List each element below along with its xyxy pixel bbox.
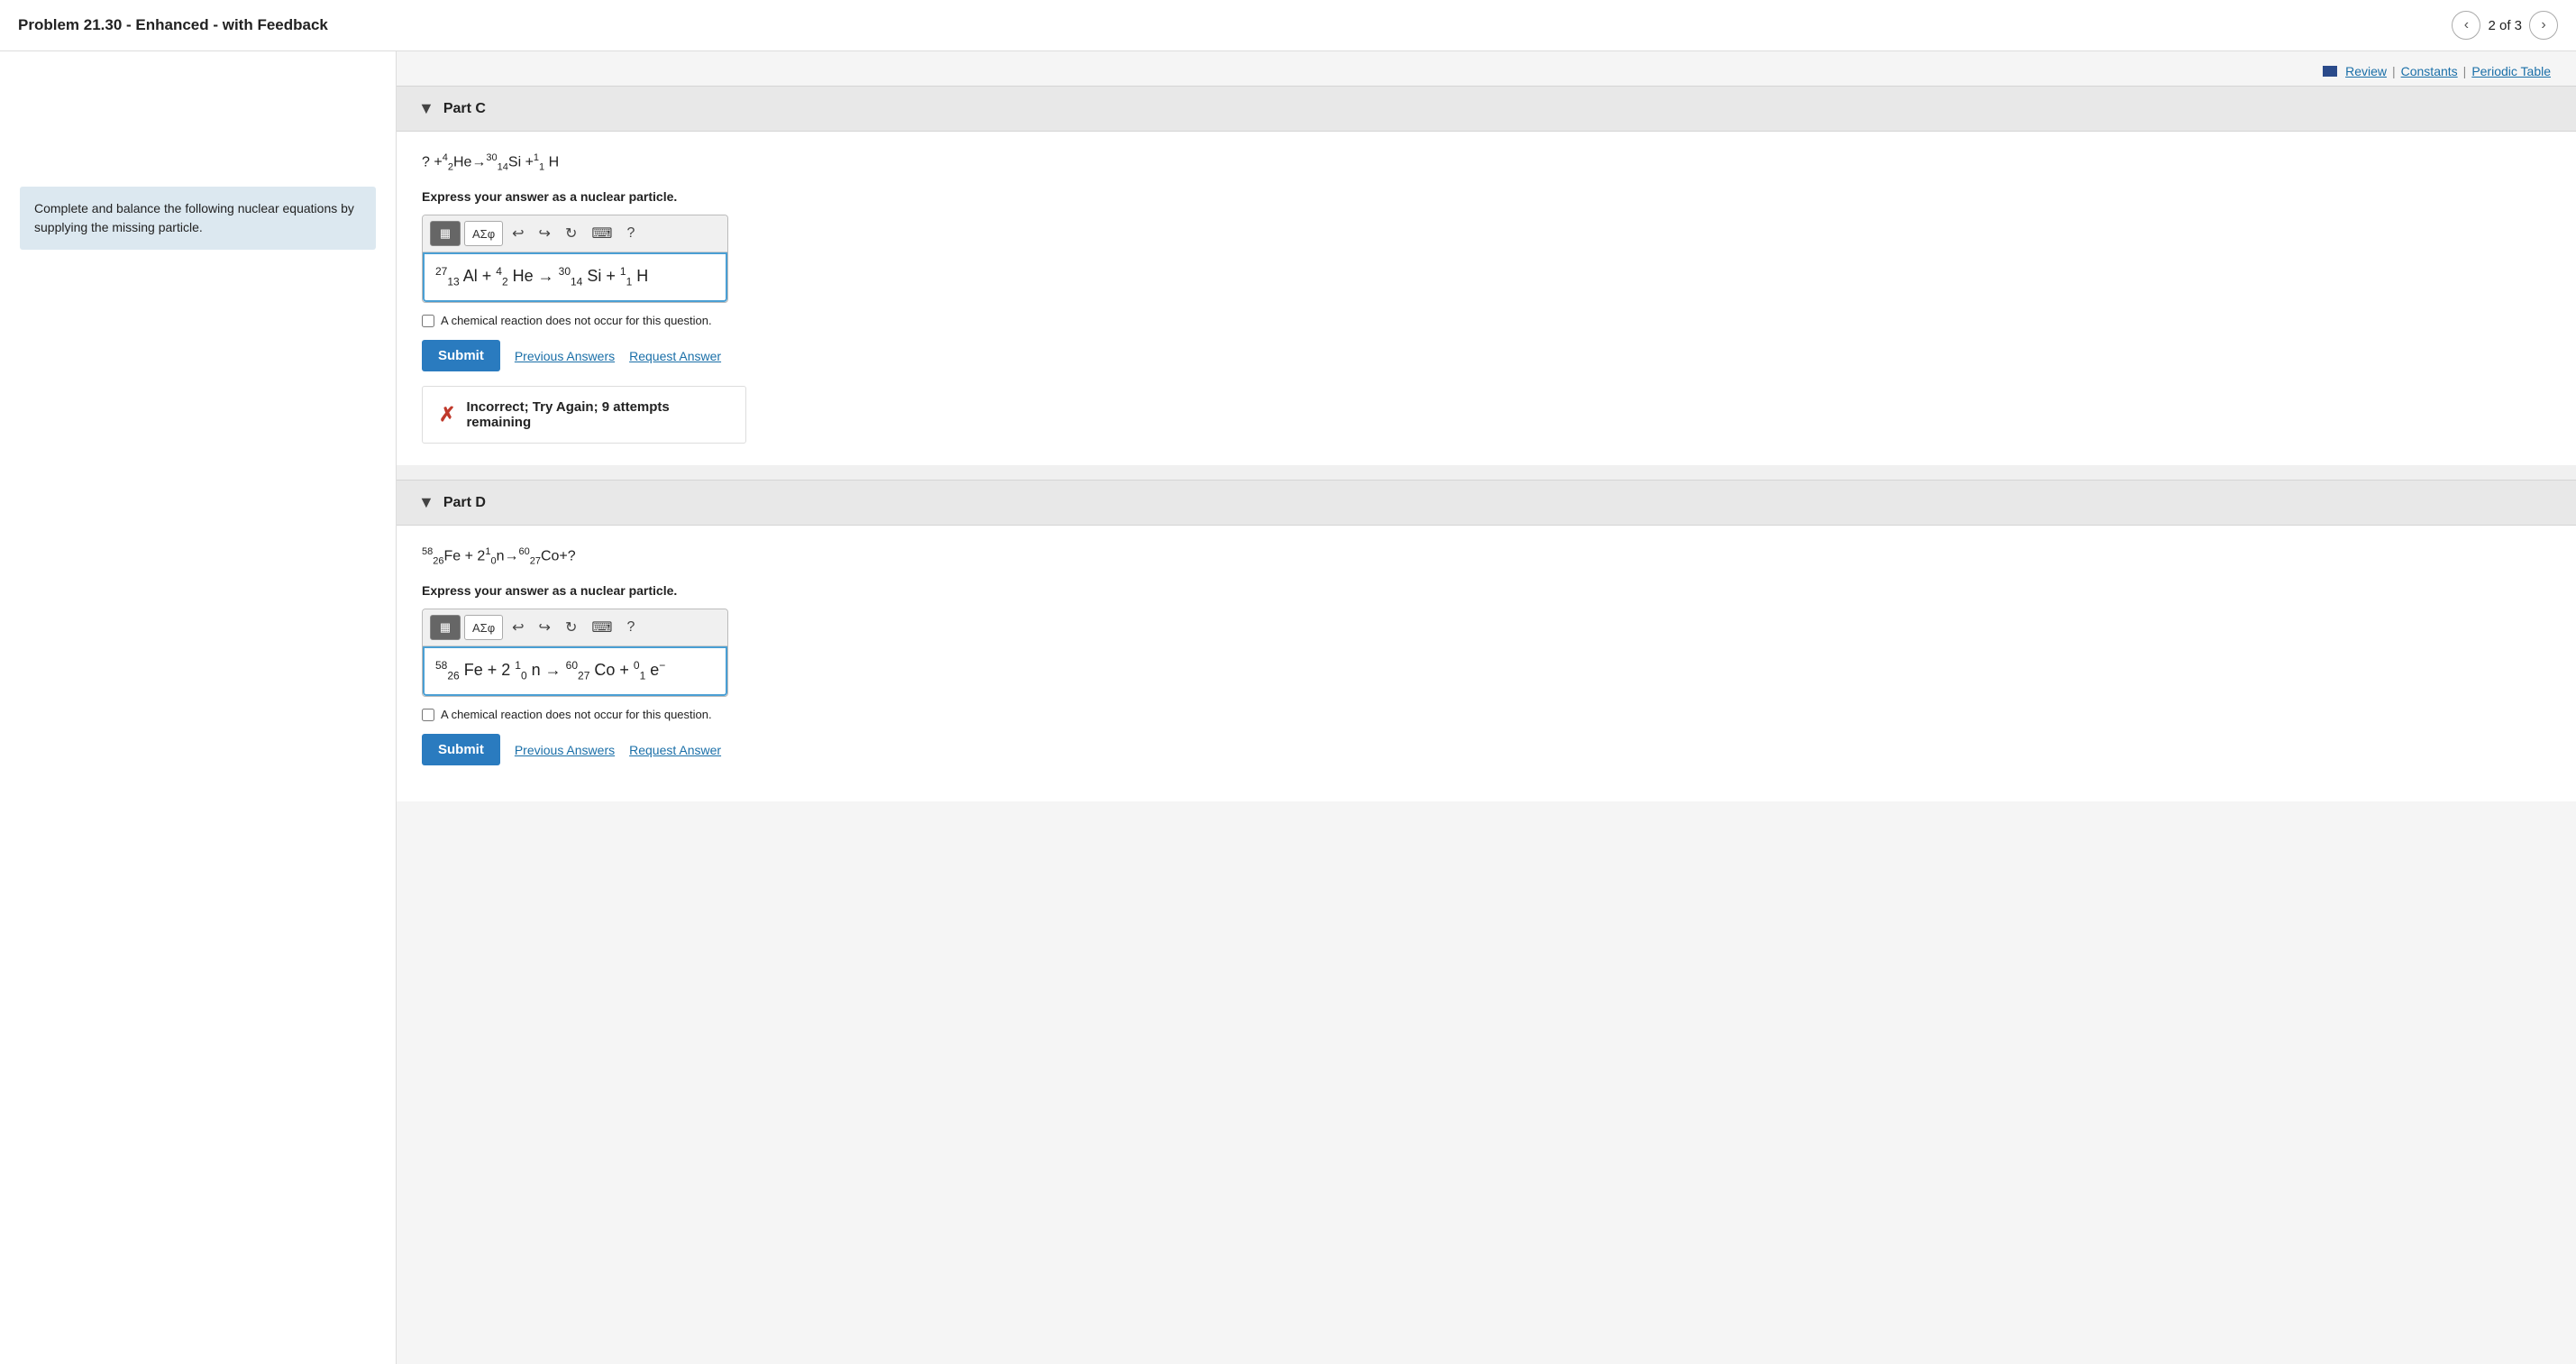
part-d-previous-answers-link[interactable]: Previous Answers xyxy=(515,743,615,757)
prev-nav-button[interactable]: ‹ xyxy=(2452,11,2480,40)
part-c-checkbox-row: A chemical reaction does not occur for t… xyxy=(422,314,2551,327)
part-c-equation: ? +42He→3014Si +11 H xyxy=(422,150,2551,177)
part-c-instruction: Express your answer as a nuclear particl… xyxy=(422,189,2551,204)
navigation-controls: ‹ 2 of 3 › xyxy=(2452,11,2558,40)
part-d-body: 5826Fe + 210n→6027Co+? Express your answ… xyxy=(397,526,2576,801)
part-c-alpha-btn[interactable]: ΑΣφ xyxy=(464,221,503,246)
part-c-header: ▼ Part C xyxy=(397,86,2576,132)
part-d-collapse-btn[interactable]: ▼ xyxy=(418,493,434,512)
next-nav-button[interactable]: › xyxy=(2529,11,2558,40)
part-c-help-btn[interactable]: ? xyxy=(621,223,640,244)
matrix-icon-d: ▦ xyxy=(440,620,451,635)
top-links-bar: Review | Constants | Periodic Table xyxy=(397,51,2576,86)
pipe-2: | xyxy=(2463,64,2467,78)
review-link[interactable]: Review xyxy=(2345,64,2387,78)
part-d-math-editor: ▦ ΑΣφ ↩ ↪ ↻ ⌨ ? 5826 Fe + 2 10 n → 602 xyxy=(422,609,728,697)
part-c-checkbox-label: A chemical reaction does not occur for t… xyxy=(441,314,712,327)
part-c-submit-button[interactable]: Submit xyxy=(422,340,500,371)
part-d-refresh-btn[interactable]: ↻ xyxy=(560,616,582,639)
part-c-math-input[interactable]: 2713 Al + 42 He → 3014 Si + 11 H xyxy=(423,252,727,302)
nav-count: 2 of 3 xyxy=(2488,18,2522,33)
part-c-feedback-text: Incorrect; Try Again; 9 attempts remaini… xyxy=(466,399,729,430)
sidebar-instruction: Complete and balance the following nucle… xyxy=(20,187,376,250)
part-d-alpha-btn[interactable]: ΑΣφ xyxy=(464,615,503,640)
part-d-undo-btn[interactable]: ↩ xyxy=(507,616,529,639)
part-d-checkbox-row: A chemical reaction does not occur for t… xyxy=(422,708,2551,721)
incorrect-icon: ✗ xyxy=(439,403,455,426)
part-c-keyboard-btn[interactable]: ⌨ xyxy=(586,222,617,245)
main-content: Review | Constants | Periodic Table ▼ Pa… xyxy=(397,51,2576,1364)
part-d-submit-button[interactable]: Submit xyxy=(422,734,500,765)
periodic-table-link[interactable]: Periodic Table xyxy=(2471,64,2551,78)
part-c-feedback-box: ✗ Incorrect; Try Again; 9 attempts remai… xyxy=(422,386,746,444)
constants-link[interactable]: Constants xyxy=(2401,64,2458,78)
alpha-icon: ΑΣφ xyxy=(472,227,495,241)
main-layout: Complete and balance the following nucle… xyxy=(0,51,2576,1364)
alpha-icon-d: ΑΣφ xyxy=(472,621,495,635)
part-d-request-answer-link[interactable]: Request Answer xyxy=(629,743,721,757)
page-title: Problem 21.30 - Enhanced - with Feedback xyxy=(18,16,328,34)
matrix-icon: ▦ xyxy=(440,226,451,241)
part-d-help-btn[interactable]: ? xyxy=(621,617,640,638)
part-c-redo-btn[interactable]: ↪ xyxy=(534,222,556,245)
sidebar: Complete and balance the following nucle… xyxy=(0,51,397,1364)
part-c-body: ? +42He→3014Si +11 H Express your answer… xyxy=(397,132,2576,465)
section-divider xyxy=(397,465,2576,480)
part-d-header: ▼ Part D xyxy=(397,480,2576,526)
part-d-math-input[interactable]: 5826 Fe + 2 10 n → 6027 Co + 01 e− xyxy=(423,646,727,696)
page-header: Problem 21.30 - Enhanced - with Feedback… xyxy=(0,0,2576,51)
part-c-refresh-btn[interactable]: ↻ xyxy=(560,222,582,245)
part-d-equation: 5826Fe + 210n→6027Co+? xyxy=(422,544,2551,571)
part-d-action-row: Submit Previous Answers Request Answer xyxy=(422,734,2551,765)
part-c-undo-btn[interactable]: ↩ xyxy=(507,222,529,245)
part-d-keyboard-btn[interactable]: ⌨ xyxy=(586,616,617,639)
review-icon xyxy=(2323,66,2337,77)
part-d-label: Part D xyxy=(443,495,486,511)
part-c-label: Part C xyxy=(443,101,486,117)
part-c-toolbar: ▦ ΑΣφ ↩ ↪ ↻ ⌨ ? xyxy=(423,215,727,252)
part-d-math-content: 5826 Fe + 2 10 n → 6027 Co + 01 e− xyxy=(435,657,665,685)
part-d-instruction: Express your answer as a nuclear particl… xyxy=(422,583,2551,598)
sidebar-content: Complete and balance the following nucle… xyxy=(0,51,396,268)
part-c-collapse-btn[interactable]: ▼ xyxy=(418,99,434,118)
pipe-1: | xyxy=(2392,64,2396,78)
part-d-redo-btn[interactable]: ↪ xyxy=(534,616,556,639)
part-c-request-answer-link[interactable]: Request Answer xyxy=(629,349,721,363)
part-d-checkbox-label: A chemical reaction does not occur for t… xyxy=(441,708,712,721)
part-d-toolbar: ▦ ΑΣφ ↩ ↪ ↻ ⌨ ? xyxy=(423,609,727,646)
part-c-math-editor: ▦ ΑΣφ ↩ ↪ ↻ ⌨ ? 2713 Al + 42 He → 3014 xyxy=(422,215,728,303)
part-c-previous-answers-link[interactable]: Previous Answers xyxy=(515,349,615,363)
part-c-section: ▼ Part C ? +42He→3014Si +11 H Express yo… xyxy=(397,86,2576,465)
part-c-no-reaction-checkbox[interactable] xyxy=(422,315,434,327)
part-c-math-content: 2713 Al + 42 He → 3014 Si + 11 H xyxy=(435,263,648,291)
part-c-matrix-btn[interactable]: ▦ xyxy=(430,221,461,246)
part-d-matrix-btn[interactable]: ▦ xyxy=(430,615,461,640)
part-d-no-reaction-checkbox[interactable] xyxy=(422,709,434,721)
part-c-action-row: Submit Previous Answers Request Answer xyxy=(422,340,2551,371)
part-d-section: ▼ Part D 5826Fe + 210n→6027Co+? Express … xyxy=(397,480,2576,801)
